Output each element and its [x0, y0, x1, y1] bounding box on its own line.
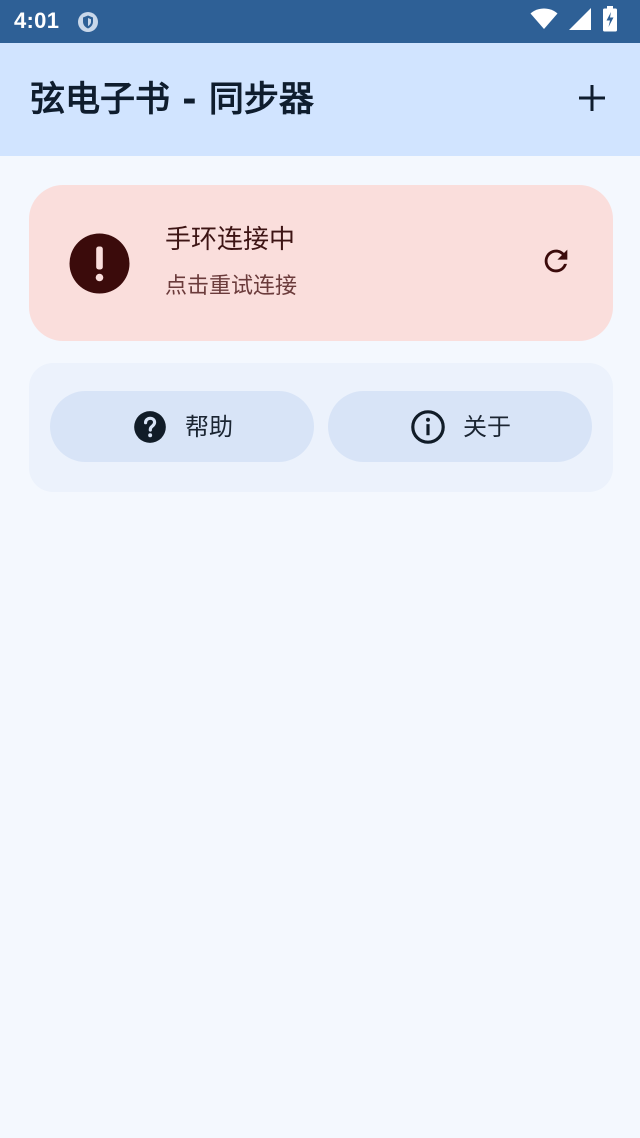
info-icon: [409, 408, 447, 446]
signal-icon: [568, 7, 592, 35]
help-button[interactable]: 帮助: [50, 391, 314, 462]
help-circle-icon: [131, 408, 169, 446]
app-bar: 弦电子书 - 同步器: [0, 43, 640, 156]
battery-charging-icon: [602, 6, 618, 36]
connection-status-card[interactable]: 手环连接中 点击重试连接: [29, 185, 613, 341]
retry-button[interactable]: [534, 241, 578, 285]
actions-card: 帮助 关于: [29, 363, 613, 492]
refresh-icon: [539, 244, 573, 282]
page-title: 弦电子书 - 同步器: [30, 80, 314, 120]
connection-status-subtitle: 点击重试连接: [165, 274, 298, 299]
status-time: 4:01: [14, 8, 60, 33]
about-button[interactable]: 关于: [328, 391, 592, 462]
help-button-label: 帮助: [185, 412, 233, 441]
connection-status-title: 手环连接中: [165, 225, 296, 255]
wifi-icon: [530, 8, 558, 34]
error-icon: [69, 233, 130, 294]
shield-icon: [77, 11, 99, 33]
about-button-label: 关于: [463, 412, 511, 441]
status-icons: [530, 6, 618, 36]
status-bar: 4:01: [0, 0, 640, 43]
plus-icon: [577, 83, 607, 117]
add-button[interactable]: [570, 78, 614, 122]
